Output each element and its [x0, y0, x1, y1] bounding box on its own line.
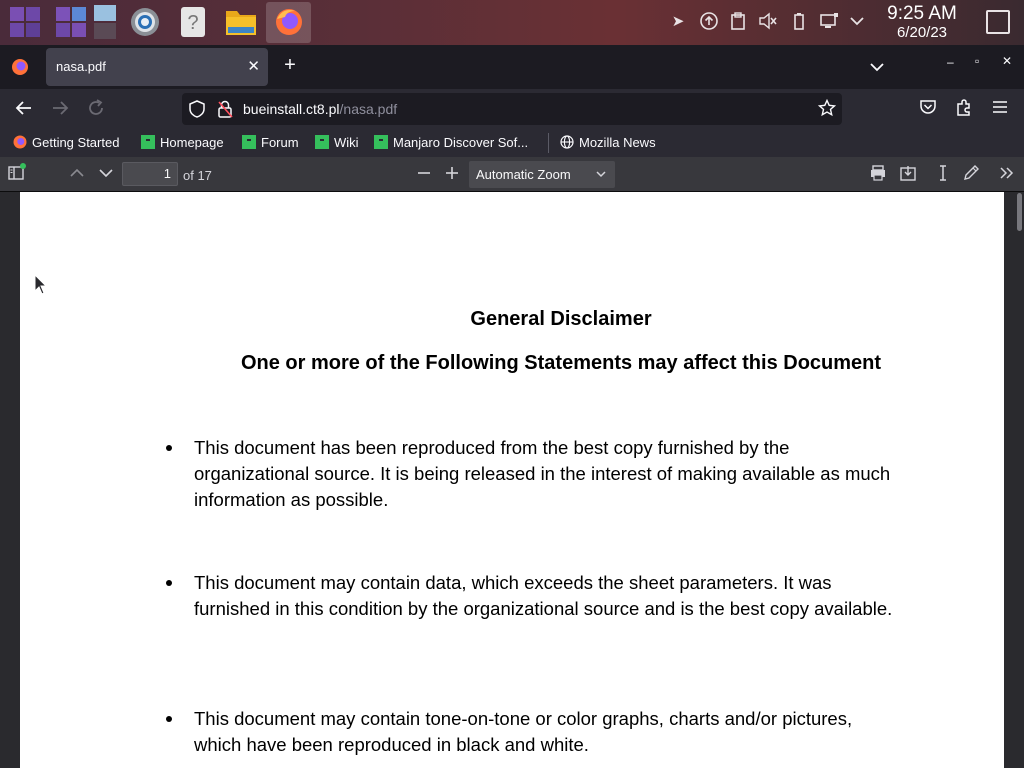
- tab-strip: nasa.pdf ✕ + – ▫ ✕: [0, 45, 1024, 89]
- desktop: ? ➤ 9:25 AM 6/20/23 nasa.pdf ✕ + – ▫ ✕ b…: [0, 0, 1024, 768]
- pdf-page: General Disclaimer One or more of the Fo…: [20, 192, 1004, 768]
- bookmark-label: Manjaro Discover Sof...: [393, 135, 529, 150]
- app-grid-icon[interactable]: [8, 5, 42, 39]
- show-desktop-button[interactable]: [986, 10, 1010, 34]
- bookmark-getting-started[interactable]: Getting Started: [13, 135, 119, 151]
- globe-icon: [560, 135, 574, 149]
- zoom-select[interactable]: Automatic Zoom: [469, 161, 615, 188]
- bookmark-forum[interactable]: Forum: [242, 135, 299, 151]
- firefox-icon[interactable]: [272, 5, 306, 39]
- zoom-value: Automatic Zoom: [476, 167, 571, 182]
- zoom-in-icon[interactable]: [441, 163, 463, 185]
- extensions-icon[interactable]: [952, 97, 976, 121]
- system-settings-icon[interactable]: [128, 5, 162, 39]
- minimize-icon[interactable]: –: [947, 55, 954, 69]
- clipboard-icon[interactable]: [727, 11, 749, 33]
- mouse-cursor-icon: [34, 273, 48, 296]
- manjaro-icon: [242, 135, 256, 149]
- manjaro-icon: [315, 135, 329, 149]
- tools-menu-icon[interactable]: [996, 163, 1018, 185]
- firefox-icon: [13, 135, 27, 149]
- bullet-text: This document may contain tone-on-tone o…: [194, 708, 853, 755]
- reload-icon[interactable]: [84, 97, 108, 121]
- download-icon[interactable]: [897, 163, 919, 185]
- bookmark-homepage[interactable]: Homepage: [141, 135, 224, 151]
- bookmark-separator: [548, 133, 549, 153]
- url-text[interactable]: bueinstall.ct8.pl/nasa.pdf: [243, 101, 397, 117]
- hamburger-menu-icon[interactable]: [988, 97, 1012, 121]
- manjaro-icon: [374, 135, 388, 149]
- zoom-out-icon[interactable]: [413, 163, 435, 185]
- clock-date[interactable]: 6/20/23: [872, 24, 972, 41]
- bookmarks-toolbar: Getting Started Homepage Forum Wiki Manj…: [0, 129, 1024, 157]
- firefox-view-icon[interactable]: [11, 58, 29, 76]
- shield-icon[interactable]: [188, 100, 206, 123]
- tab-title: nasa.pdf: [56, 59, 106, 74]
- app-grid-icon-2[interactable]: [54, 5, 88, 39]
- taskbar: ? ➤ 9:25 AM 6/20/23: [0, 0, 1024, 45]
- navigation-bar: bueinstall.ct8.pl/nasa.pdf: [0, 89, 1024, 129]
- url-bar[interactable]: bueinstall.ct8.pl/nasa.pdf: [182, 93, 842, 125]
- bullet-text: This document may contain data, which ex…: [194, 572, 893, 619]
- volume-muted-icon[interactable]: [757, 11, 779, 33]
- document-title: General Disclaimer: [470, 308, 652, 330]
- list-all-tabs-icon[interactable]: [868, 58, 886, 76]
- bullet-dot: [166, 580, 172, 586]
- bookmark-label: Wiki: [334, 135, 359, 150]
- tab-nasa-pdf[interactable]: nasa.pdf ✕: [46, 48, 268, 86]
- bullet-dot: [166, 445, 172, 451]
- page-count: of 17: [183, 168, 212, 183]
- bookmark-label: Homepage: [160, 135, 224, 150]
- scrollbar-thumb[interactable]: [1017, 193, 1022, 231]
- bookmark-manjaro-discover[interactable]: Manjaro Discover Sof...: [374, 135, 528, 151]
- pocket-icon[interactable]: [916, 97, 940, 121]
- clock-time[interactable]: 9:25 AM: [872, 3, 972, 25]
- forward-icon[interactable]: [48, 97, 72, 121]
- new-tab-button[interactable]: +: [279, 54, 301, 76]
- updates-icon[interactable]: [698, 11, 720, 33]
- tray-expand-icon[interactable]: [846, 11, 868, 33]
- lock-warning-icon[interactable]: [217, 100, 233, 123]
- url-host: bueinstall.ct8.pl: [243, 101, 340, 117]
- file-manager-icon[interactable]: [224, 5, 258, 39]
- pdf-toolbar: 1 of 17 Automatic Zoom: [0, 157, 1024, 192]
- bookmark-label: Mozilla News: [579, 135, 656, 150]
- manjaro-icon: [141, 135, 155, 149]
- pdf-viewer[interactable]: General Disclaimer One or more of the Fo…: [0, 192, 1024, 768]
- kde-connect-icon[interactable]: ➤: [667, 11, 689, 33]
- desktop-pager-icon[interactable]: [92, 5, 126, 39]
- battery-icon[interactable]: [788, 11, 810, 33]
- bookmark-mozilla-news[interactable]: Mozilla News: [560, 135, 656, 151]
- bullet-dot: [166, 716, 172, 722]
- bookmark-label: Getting Started: [32, 135, 120, 150]
- previous-page-icon[interactable]: [66, 163, 88, 185]
- window-close-icon[interactable]: ✕: [1002, 54, 1012, 68]
- document-subtitle: One or more of the Following Statements …: [240, 352, 882, 374]
- network-icon[interactable]: [818, 11, 840, 33]
- back-icon[interactable]: [12, 97, 36, 121]
- bullet-text: This document has been reproduced from t…: [194, 437, 891, 510]
- maximize-icon[interactable]: ▫: [975, 54, 979, 68]
- sidebar-toggle-icon[interactable]: [5, 163, 27, 185]
- url-path: /nasa.pdf: [339, 101, 398, 117]
- next-page-icon[interactable]: [95, 163, 117, 185]
- svg-text:?: ?: [187, 12, 198, 34]
- print-icon[interactable]: [867, 163, 889, 185]
- help-icon[interactable]: ?: [176, 5, 210, 39]
- page-number-input[interactable]: 1: [122, 162, 178, 186]
- bookmark-wiki[interactable]: Wiki: [315, 135, 359, 151]
- close-icon[interactable]: ✕: [247, 57, 260, 75]
- bookmark-label: Forum: [261, 135, 299, 150]
- bookmark-star-icon[interactable]: [817, 98, 837, 122]
- text-tool-icon[interactable]: [932, 163, 954, 185]
- draw-pen-icon[interactable]: [960, 163, 982, 185]
